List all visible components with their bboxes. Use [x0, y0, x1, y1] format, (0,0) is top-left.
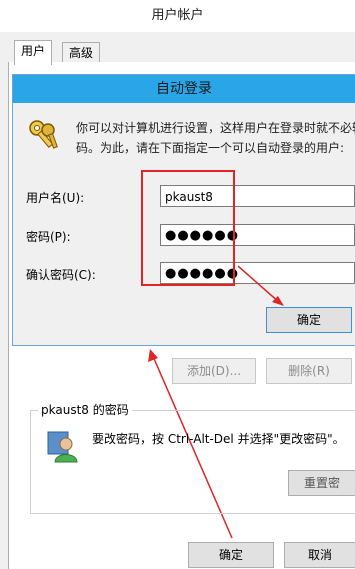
ok-button[interactable]: 确定: [188, 542, 274, 568]
password-group-title: pkaust8 的密码: [38, 401, 132, 418]
user-icon: [47, 431, 78, 463]
change-password-text: 要改密码，按 Ctrl-Alt-Del 并选择"更改密码"。: [92, 432, 345, 446]
remove-user-button[interactable]: 删除(R): [266, 358, 352, 384]
cancel-button[interactable]: 取消: [284, 542, 355, 568]
reset-password-button[interactable]: 重置密: [288, 470, 355, 496]
add-user-button[interactable]: 添加(D)...: [172, 358, 256, 384]
tab-users[interactable]: 用户: [14, 40, 53, 65]
